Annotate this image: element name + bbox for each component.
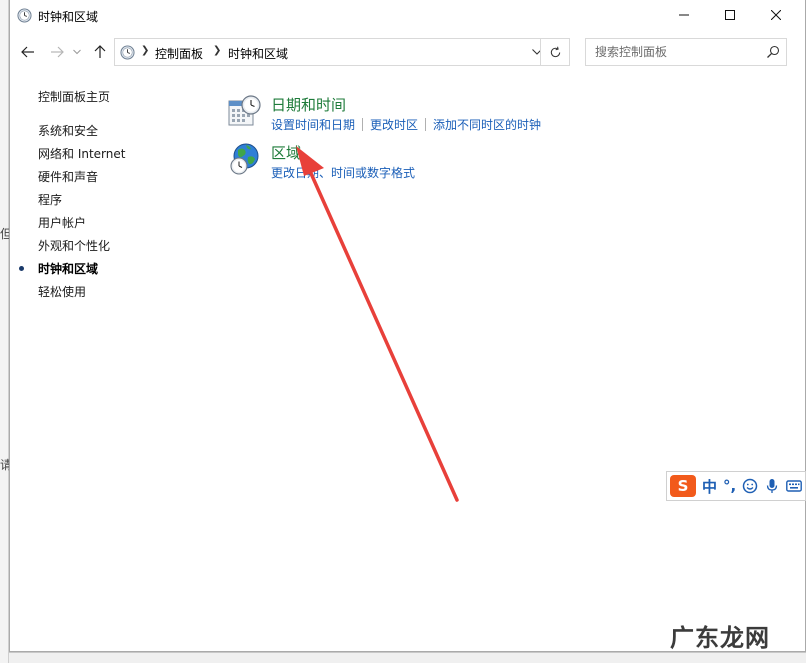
arrow-up-icon xyxy=(94,45,106,58)
category-title-region[interactable]: 区域 xyxy=(271,142,301,163)
watermark-text: 广东龙网 xyxy=(670,624,770,652)
sidebar-item-clock-region[interactable]: 时钟和区域 xyxy=(38,260,98,277)
clock-region-icon xyxy=(17,8,32,23)
back-button[interactable] xyxy=(16,40,40,64)
minimize-icon xyxy=(679,14,689,16)
link-add-clocks[interactable]: 添加不同时区的时钟 xyxy=(433,116,541,133)
ime-language-toggle[interactable]: 中 xyxy=(702,476,717,497)
sidebar-item-ease-of-access[interactable]: 轻松使用 xyxy=(38,283,86,300)
sidebar-item-network-internet[interactable]: 网络和 Internet xyxy=(38,145,125,162)
link-change-formats[interactable]: 更改日期、时间或数字格式 xyxy=(271,164,415,181)
breadcrumb-clock-region[interactable]: 时钟和区域 xyxy=(228,45,288,62)
maximize-button[interactable] xyxy=(707,0,753,30)
search-icon[interactable] xyxy=(766,45,780,59)
arrow-left-icon xyxy=(21,46,34,58)
close-button[interactable] xyxy=(753,0,799,30)
sidebar-item-home[interactable]: 控制面板主页 xyxy=(38,88,110,105)
recent-locations-button[interactable] xyxy=(70,40,84,64)
sidebar-item-system-security[interactable]: 系统和安全 xyxy=(38,122,98,139)
category-links: 更改日期、时间或数字格式 xyxy=(271,164,415,181)
ime-toolbar[interactable]: S 中 °, xyxy=(666,471,806,501)
microphone-icon[interactable] xyxy=(764,478,780,494)
chevron-right-icon[interactable]: ❯ xyxy=(213,45,221,56)
search-input[interactable] xyxy=(586,39,760,65)
maximize-icon xyxy=(725,10,735,20)
globe-clock-icon[interactable] xyxy=(228,142,262,176)
window-title: 时钟和区域 xyxy=(38,10,99,24)
navigation-bar: ❯ 控制面板 ❯ 时钟和区域 xyxy=(10,34,805,68)
title-bar[interactable]: 时钟和区域 xyxy=(10,0,805,30)
link-change-time-zone[interactable]: 更改时区 xyxy=(370,116,418,133)
chevron-right-icon: ❯ xyxy=(141,45,150,56)
clock-region-icon xyxy=(120,45,135,60)
search-box[interactable] xyxy=(585,38,787,66)
link-divider xyxy=(425,118,427,131)
link-divider xyxy=(362,118,364,131)
sidebar-item-appearance[interactable]: 外观和个性化 xyxy=(38,237,110,254)
category-links: 设置时间和日期 更改时区 添加不同时区的时钟 xyxy=(271,116,541,133)
current-item-bullet xyxy=(19,266,24,271)
ime-punctuation-toggle[interactable]: °, xyxy=(723,477,736,495)
breadcrumb-control-panel[interactable]: 控制面板 xyxy=(155,45,203,62)
address-bar[interactable]: ❯ 控制面板 ❯ 时钟和区域 xyxy=(114,38,550,66)
keyboard-icon[interactable] xyxy=(786,478,803,494)
control-panel-window: 时钟和区域 ❯ 控制面板 ❯ 时钟和区域 搜索控制面板 控制面板主页 系统和安全… xyxy=(9,0,806,652)
arrow-right-icon xyxy=(51,46,64,58)
link-set-time-date[interactable]: 设置时间和日期 xyxy=(271,116,355,133)
refresh-button[interactable] xyxy=(540,38,570,66)
emoji-icon[interactable] xyxy=(742,478,758,494)
background-window-edge: 但 请 xyxy=(0,0,12,663)
up-button[interactable] xyxy=(88,40,112,64)
refresh-icon xyxy=(550,46,560,57)
calendar-clock-icon[interactable] xyxy=(228,94,262,128)
forward-button[interactable] xyxy=(45,40,69,64)
category-title-date-time[interactable]: 日期和时间 xyxy=(271,94,346,115)
ime-logo[interactable]: S xyxy=(670,475,696,497)
chevron-down-icon xyxy=(73,49,81,55)
sidebar-item-programs[interactable]: 程序 xyxy=(38,191,62,208)
sidebar-item-hardware-sound[interactable]: 硬件和声音 xyxy=(38,168,98,185)
close-icon xyxy=(771,10,781,20)
sidebar-item-user-accounts[interactable]: 用户帐户 xyxy=(38,214,86,231)
minimize-button[interactable] xyxy=(661,0,707,30)
background-window-bottom xyxy=(9,652,806,663)
